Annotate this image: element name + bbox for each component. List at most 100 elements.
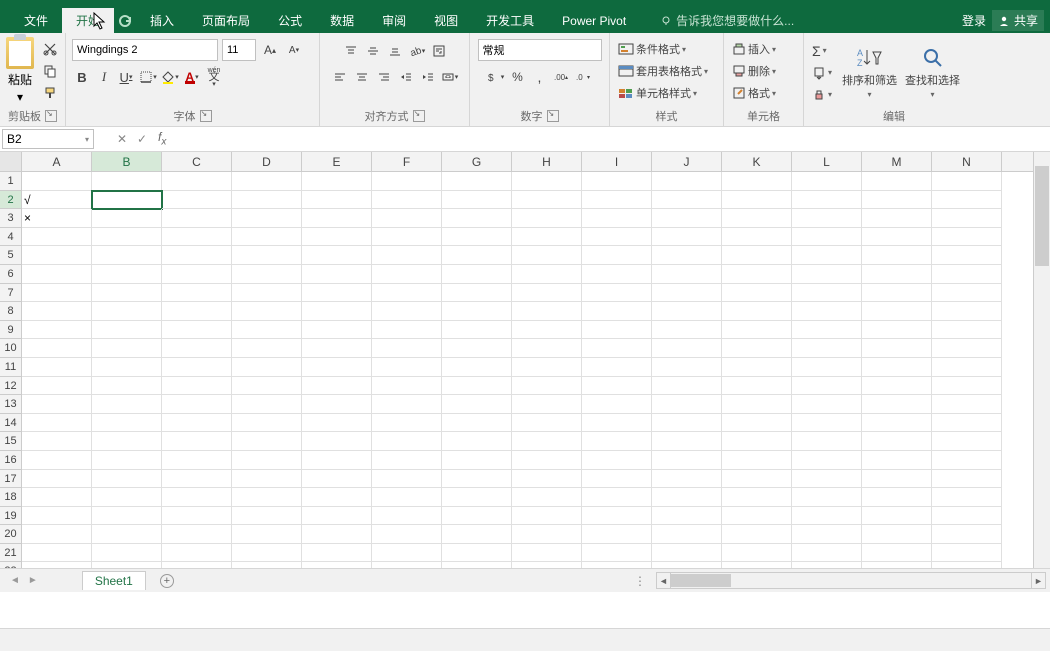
cell[interactable] <box>442 377 512 396</box>
merge-button[interactable]: ▾ <box>440 67 460 87</box>
cell[interactable] <box>582 339 652 358</box>
cell[interactable] <box>302 562 372 568</box>
wrap-text-button[interactable] <box>429 41 449 61</box>
sheet-nav-next[interactable]: ► <box>24 575 42 586</box>
cell[interactable] <box>512 544 582 563</box>
cell[interactable] <box>722 414 792 433</box>
cell[interactable] <box>792 209 862 228</box>
cell[interactable] <box>302 525 372 544</box>
cell[interactable] <box>372 191 442 210</box>
cell[interactable] <box>792 544 862 563</box>
cell[interactable] <box>862 321 932 340</box>
cell[interactable] <box>232 377 302 396</box>
tab-page-layout[interactable]: 页面布局 <box>188 8 264 33</box>
underline-button[interactable]: U▾ <box>116 67 136 87</box>
cell[interactable] <box>862 209 932 228</box>
tab-file[interactable]: 文件 <box>10 8 62 33</box>
cell[interactable] <box>722 321 792 340</box>
cell[interactable] <box>582 507 652 526</box>
cell[interactable] <box>442 302 512 321</box>
increase-indent-button[interactable] <box>418 67 438 87</box>
cell[interactable] <box>162 488 232 507</box>
cell[interactable] <box>652 209 722 228</box>
cell[interactable] <box>92 228 162 247</box>
cell[interactable] <box>722 284 792 303</box>
decrease-decimal-button[interactable]: .0 <box>574 67 594 87</box>
cell[interactable] <box>512 172 582 191</box>
cell[interactable] <box>932 284 1002 303</box>
cell[interactable] <box>372 470 442 489</box>
cell[interactable] <box>442 209 512 228</box>
cell[interactable] <box>22 470 92 489</box>
cell[interactable] <box>862 395 932 414</box>
cell[interactable] <box>582 172 652 191</box>
cell[interactable] <box>442 191 512 210</box>
cell[interactable] <box>582 191 652 210</box>
cell[interactable] <box>162 191 232 210</box>
cell[interactable] <box>302 228 372 247</box>
cell[interactable] <box>442 321 512 340</box>
cell[interactable] <box>792 339 862 358</box>
cell[interactable] <box>512 246 582 265</box>
cell[interactable] <box>302 321 372 340</box>
cell[interactable] <box>932 507 1002 526</box>
cell[interactable] <box>232 209 302 228</box>
cell[interactable] <box>722 525 792 544</box>
cell[interactable] <box>512 470 582 489</box>
cell[interactable] <box>932 377 1002 396</box>
cell[interactable] <box>932 358 1002 377</box>
cell[interactable] <box>302 507 372 526</box>
cell[interactable] <box>92 191 162 210</box>
paste-button[interactable]: 粘贴 ▾ <box>2 35 38 106</box>
cell[interactable] <box>92 470 162 489</box>
cell[interactable] <box>722 544 792 563</box>
select-all-triangle[interactable] <box>0 152 22 171</box>
cell[interactable] <box>792 302 862 321</box>
cell[interactable] <box>372 321 442 340</box>
cell[interactable] <box>652 339 722 358</box>
tell-me[interactable]: 告诉我您想要做什么... <box>660 12 794 29</box>
cell[interactable] <box>932 191 1002 210</box>
add-sheet-button[interactable]: + <box>160 574 174 588</box>
cell[interactable] <box>722 470 792 489</box>
row-header[interactable]: 8 <box>0 302 22 321</box>
cell[interactable] <box>22 377 92 396</box>
cell[interactable] <box>372 395 442 414</box>
cell[interactable] <box>582 358 652 377</box>
cell[interactable] <box>232 191 302 210</box>
cell[interactable] <box>582 544 652 563</box>
cell[interactable] <box>862 525 932 544</box>
cell[interactable] <box>302 302 372 321</box>
cell[interactable] <box>792 395 862 414</box>
cell[interactable] <box>512 209 582 228</box>
cell[interactable] <box>22 544 92 563</box>
cell[interactable] <box>862 228 932 247</box>
cell[interactable] <box>302 414 372 433</box>
increase-decimal-button[interactable]: .00 <box>552 67 572 87</box>
cell[interactable] <box>22 284 92 303</box>
cell[interactable] <box>582 395 652 414</box>
cell[interactable] <box>862 172 932 191</box>
find-select-button[interactable]: 查找和选择▾ <box>905 46 960 99</box>
align-center-button[interactable] <box>352 67 372 87</box>
cell[interactable] <box>302 470 372 489</box>
spreadsheet-grid[interactable]: ABCDEFGHIJKLMN 12√3×45678910111213141516… <box>0 152 1050 568</box>
cell[interactable] <box>512 432 582 451</box>
cell[interactable] <box>232 395 302 414</box>
cell[interactable] <box>932 246 1002 265</box>
column-header[interactable]: D <box>232 152 302 171</box>
cell[interactable] <box>582 321 652 340</box>
cell[interactable] <box>302 191 372 210</box>
autosum-button[interactable]: Σ▾ <box>810 41 834 61</box>
cell[interactable] <box>932 339 1002 358</box>
cell[interactable] <box>512 451 582 470</box>
dialog-launcher-font[interactable] <box>200 110 212 122</box>
cell[interactable] <box>652 488 722 507</box>
cell[interactable] <box>232 414 302 433</box>
column-header[interactable]: B <box>92 152 162 171</box>
row-header[interactable]: 5 <box>0 246 22 265</box>
cell[interactable] <box>302 358 372 377</box>
cell[interactable] <box>442 451 512 470</box>
cell[interactable] <box>232 246 302 265</box>
cell[interactable] <box>372 358 442 377</box>
